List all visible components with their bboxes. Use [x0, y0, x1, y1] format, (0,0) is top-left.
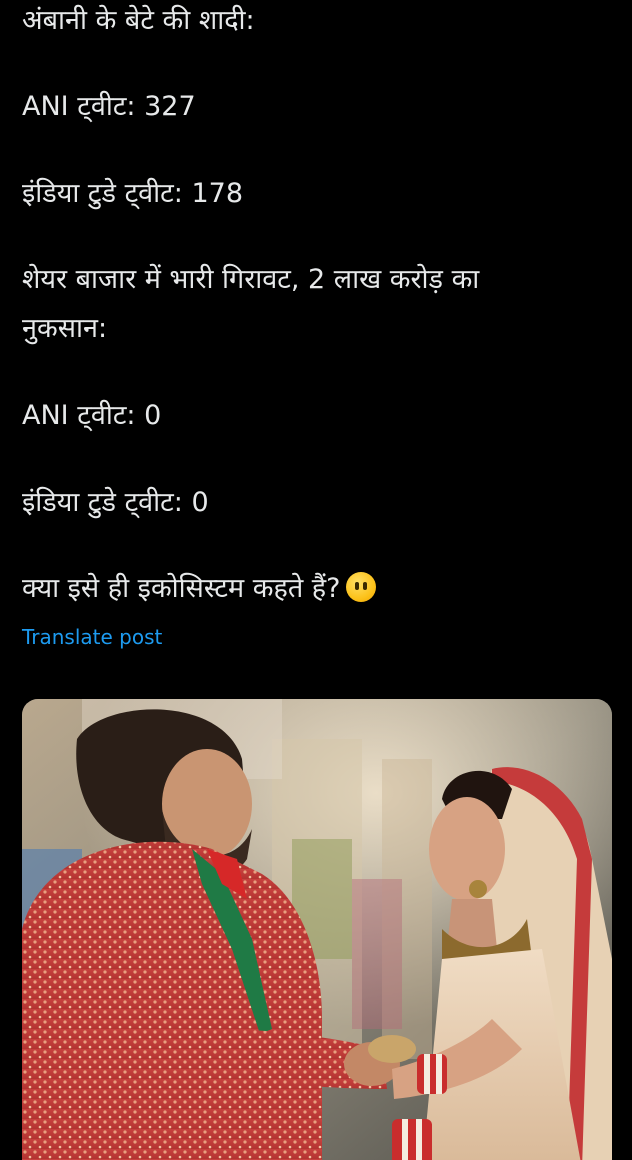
question-text: क्या इसे ही इकोसिस्टम कहते हैं? [22, 573, 341, 604]
post-line-indiatoday-wedding: इंडिया टुडे ट्वीट: 178 [22, 178, 244, 209]
wedding-photo-icon [22, 699, 612, 1160]
post-line-market-crash: शेयर बाजार में भारी गिरावट, 2 लाख करोड़ … [22, 264, 480, 295]
post-line-ani-market: ANI ट्वीट: 0 [22, 400, 162, 431]
post-line-title: अंबानी के बेटे की शादी: [22, 5, 255, 36]
post-line-indiatoday-market: इंडिया टुडे ट्वीट: 0 [22, 487, 209, 518]
post-line-ani-wedding: ANI ट्वीट: 327 [22, 91, 196, 122]
post-line-question: क्या इसे ही इकोसिस्टम कहते हैं? [22, 572, 377, 606]
post-line-loss: नुकसान: [22, 313, 108, 344]
no-mouth-face-emoji-icon [346, 572, 377, 602]
post-media-image[interactable] [22, 699, 612, 1160]
translate-post-link[interactable]: Translate post [22, 624, 162, 650]
